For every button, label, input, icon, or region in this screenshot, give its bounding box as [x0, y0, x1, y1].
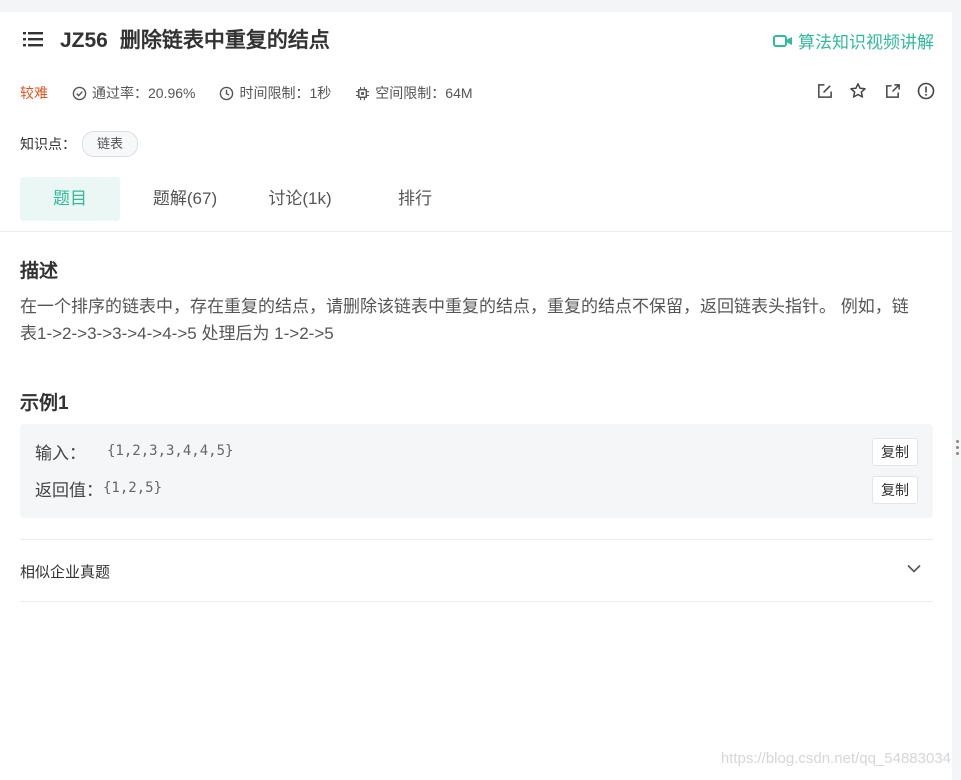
tabs-divider [0, 231, 952, 232]
pass-rate: 通过率：20.96% [72, 83, 195, 103]
top-strip [0, 0, 961, 12]
time-limit-text: 时间限制：1秒 [239, 85, 332, 101]
pass-rate-text: 通过率：20.96% [92, 85, 196, 101]
share-icon[interactable] [883, 82, 901, 100]
similar-questions[interactable]: 相似企业真题 [20, 539, 933, 602]
input-label: 输入： [35, 443, 86, 463]
example-heading: 示例1 [20, 393, 69, 414]
time-limit: 时间限制：1秒 [219, 83, 331, 103]
copy-output-button[interactable]: 复制 [872, 476, 918, 504]
input-value[interactable]: {1,2,3,3,4,4,5} [107, 443, 233, 459]
more-options-icon[interactable] [956, 440, 959, 462]
watermark: https://blog.csdn.net/qq_54883034 [720, 750, 951, 767]
knowledge-points: 知识点： 链表 [20, 131, 139, 157]
chevron-down-icon[interactable] [907, 564, 921, 573]
tab-problem[interactable]: 题目 [20, 177, 120, 221]
example-box: 输入： {1,2,3,3,4,4,5} 复制 返回值： {1,2,5} 复制 [20, 424, 933, 518]
description-heading: 描述 [20, 261, 59, 282]
space-limit-text: 空间限制：64M [375, 85, 473, 101]
video-explanation-link[interactable]: 算法知识视频讲解 [773, 28, 934, 53]
output-label: 返回值： [35, 480, 103, 500]
star-icon[interactable] [849, 82, 867, 100]
problem-title: 删除链表中重复的结点 [119, 29, 330, 52]
description-text: 在一个排序的链表中，存在重复的结点，请删除该链表中重复的结点，重复的结点不保留，… [20, 297, 909, 343]
edit-icon[interactable] [815, 82, 833, 100]
problem-panel [0, 12, 952, 780]
tab-ranking[interactable]: 排行 [350, 177, 480, 221]
side-gutter [952, 12, 961, 780]
tab-solutions[interactable]: 题解(67) [120, 177, 250, 221]
output-value[interactable]: {1,2,5} [103, 480, 162, 496]
problem-meta: 较难 通过率：20.96% 时间限制：1秒 空间限制：64M [20, 82, 497, 104]
problem-actions [799, 82, 935, 100]
alert-icon[interactable] [917, 82, 935, 100]
tab-discussion[interactable]: 讨论(1k) [250, 177, 350, 221]
problem-id: JZ56 [60, 29, 108, 52]
check-circle-icon [72, 86, 87, 100]
knowledge-label: 知识点： [20, 136, 76, 152]
similar-questions-label: 相似企业真题 [20, 564, 111, 581]
chip-icon [356, 86, 370, 100]
page-title: JZ56 删除链表中重复的结点 [60, 24, 330, 54]
copy-input-button[interactable]: 复制 [872, 438, 918, 466]
problem-header: JZ56 删除链表中重复的结点 算法知识视频讲解 [20, 22, 934, 62]
difficulty-badge: 较难 [20, 85, 48, 101]
example-output-row: 返回值： {1,2,5} [35, 475, 162, 501]
tag-linked-list[interactable]: 链表 [82, 131, 139, 157]
space-limit: 空间限制：64M [355, 83, 473, 103]
clock-icon [220, 86, 234, 100]
example-input-row: 输入： {1,2,3,3,4,4,5} [35, 438, 233, 464]
video-link-label: 算法知识视频讲解 [798, 33, 934, 52]
video-icon [773, 34, 792, 47]
problem-tabs: 题目 题解(67) 讨论(1k) 排行 [20, 177, 480, 221]
list-icon[interactable] [23, 31, 43, 47]
